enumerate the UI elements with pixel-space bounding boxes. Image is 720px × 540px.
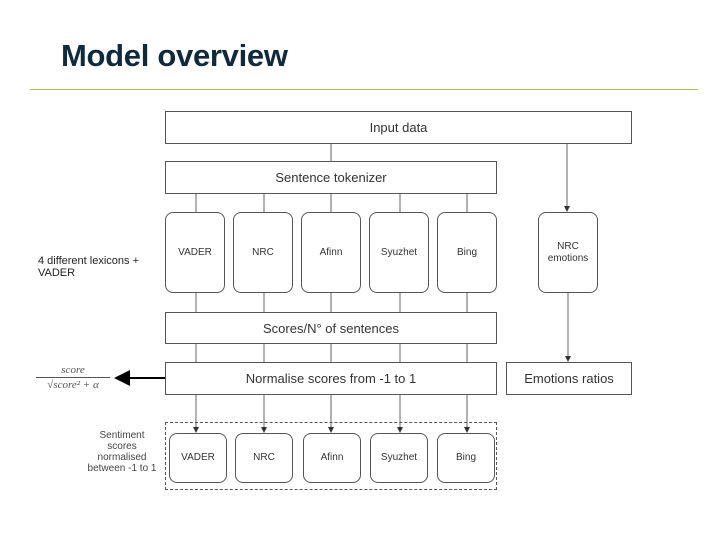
lexicon-vader: VADER	[165, 212, 225, 293]
lexicons-note-line1: 4 different lexicons +	[38, 255, 139, 267]
sentence-tokenizer-box: Sentence tokenizer	[165, 161, 497, 194]
lexicons-note: 4 different lexicons + VADER	[38, 255, 139, 279]
nrc-emotions-line2: emotions	[547, 252, 589, 264]
lexicons-note-line2: VADER	[38, 267, 76, 279]
input-data-box: Input data	[165, 111, 632, 144]
lexicon-syuzhet: Syuzhet	[369, 212, 429, 293]
normalise-box: Normalise scores from -1 to 1	[165, 362, 497, 395]
caption-line: between -1 to 1	[87, 463, 157, 474]
output-caption: Sentiment scores normalised between -1 t…	[84, 430, 160, 474]
emotions-ratios-box: Emotions ratios	[506, 362, 632, 395]
output-bing: Bing	[437, 433, 495, 483]
scores-per-sentence-box: Scores/N° of sentences	[165, 312, 497, 344]
output-vader: VADER	[169, 433, 227, 483]
lexicon-nrc: NRC	[233, 212, 293, 293]
caption-line: Sentiment	[99, 430, 145, 441]
nrc-emotions-line1: NRC	[557, 240, 579, 252]
caption-line: scores	[107, 441, 137, 452]
output-afinn: Afinn	[303, 433, 361, 483]
normalisation-formula: score √score² + α	[36, 364, 110, 391]
caption-line: normalised	[97, 452, 147, 463]
output-syuzhet: Syuzhet	[370, 433, 428, 483]
formula-denominator: √score² + α	[47, 379, 99, 391]
lexicon-bing: Bing	[437, 212, 497, 293]
output-nrc: NRC	[235, 433, 293, 483]
nrc-emotions-box: NRC emotions	[538, 212, 598, 293]
formula-numerator: score	[36, 364, 110, 378]
lexicon-afinn: Afinn	[301, 212, 361, 293]
